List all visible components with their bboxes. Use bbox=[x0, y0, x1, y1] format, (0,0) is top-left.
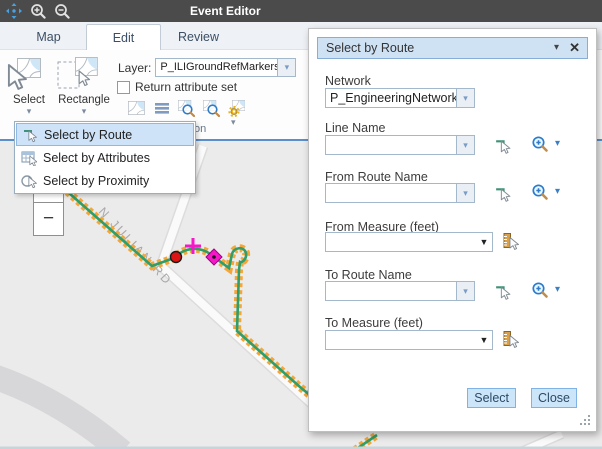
select-tool-button[interactable]: Select ▾ bbox=[6, 56, 52, 116]
network-dropdown[interactable]: P_EngineeringNetwork ▾ bbox=[325, 88, 475, 108]
select-button[interactable]: Select bbox=[467, 388, 516, 408]
zoom-out-icon[interactable] bbox=[53, 2, 71, 20]
red-point-marker[interactable] bbox=[171, 252, 182, 263]
menu-item-label: Select by Route bbox=[44, 128, 132, 142]
line-name-select-on-map-icon[interactable] bbox=[493, 136, 511, 154]
select-by-proximity-icon bbox=[20, 172, 37, 189]
selection-options-caret-icon[interactable]: ▾ bbox=[231, 118, 236, 127]
return-attribute-set-label: Return attribute set bbox=[135, 80, 237, 94]
line-name-value bbox=[326, 136, 456, 154]
to-route-name-label: To Route Name bbox=[325, 268, 412, 282]
from-measure-caret-icon[interactable]: ▼ bbox=[476, 233, 492, 251]
select-tool-menu: Select by Route Select by Attributes S bbox=[14, 121, 196, 194]
line-name-dropdown[interactable]: ▾ bbox=[325, 135, 475, 155]
rectangle-tool-caret-icon[interactable]: ▾ bbox=[56, 107, 112, 116]
menu-item-label: Select by Proximity bbox=[43, 174, 149, 188]
pan-to-selection-icon[interactable] bbox=[203, 100, 220, 117]
titlebar: Event Editor bbox=[0, 0, 602, 22]
app-title: Event Editor bbox=[190, 0, 261, 22]
tab-edit[interactable]: Edit bbox=[86, 24, 161, 51]
to-route-select-on-map-icon[interactable] bbox=[493, 282, 511, 300]
close-button[interactable]: Close bbox=[531, 388, 577, 408]
rectangle-tool-icon bbox=[56, 56, 100, 92]
from-route-name-value bbox=[326, 184, 456, 202]
zoom-to-selection-icon[interactable] bbox=[178, 100, 195, 117]
line-name-label: Line Name bbox=[325, 121, 385, 135]
select-tool-icon bbox=[6, 56, 42, 92]
rectangle-tool-button[interactable]: Rectangle ▾ bbox=[56, 56, 112, 116]
from-measure-value bbox=[326, 233, 476, 251]
network-label: Network bbox=[325, 74, 371, 88]
layer-label: Layer: bbox=[118, 61, 151, 75]
menu-item-select-by-attributes[interactable]: Select by Attributes bbox=[16, 146, 194, 169]
select-by-route-panel: Select by Route ▾ ✕ Network P_Engineerin… bbox=[308, 28, 597, 432]
network-caret-icon[interactable]: ▾ bbox=[456, 89, 474, 107]
return-attribute-set-checkbox[interactable] bbox=[117, 81, 130, 94]
to-route-zoom-icon[interactable] bbox=[531, 281, 549, 299]
attributes-table-icon[interactable] bbox=[153, 100, 170, 117]
line-name-zoom-icon[interactable] bbox=[531, 135, 549, 153]
menu-item-select-by-proximity[interactable]: Select by Proximity bbox=[16, 169, 194, 192]
from-measure-select-on-map-icon[interactable] bbox=[501, 232, 519, 250]
to-measure-select-on-map-icon[interactable] bbox=[501, 330, 519, 348]
from-route-name-dropdown[interactable]: ▾ bbox=[325, 183, 475, 203]
from-route-name-caret-icon[interactable]: ▾ bbox=[456, 184, 474, 202]
panel-resize-grip[interactable] bbox=[588, 423, 590, 425]
line-name-zoom-caret-icon[interactable]: ▾ bbox=[555, 138, 560, 149]
zoom-in-icon[interactable] bbox=[29, 2, 47, 20]
panel-close-icon[interactable]: ✕ bbox=[569, 38, 580, 58]
line-name-caret-icon[interactable]: ▾ bbox=[456, 136, 474, 154]
to-route-name-dropdown[interactable]: ▾ bbox=[325, 281, 475, 301]
network-value: P_EngineeringNetwork bbox=[326, 89, 456, 107]
pan-icon[interactable] bbox=[5, 2, 23, 20]
selection-tools-row bbox=[128, 100, 245, 117]
to-measure-value bbox=[326, 331, 476, 349]
layer-dropdown[interactable]: P_ILIGroundRefMarkers ▾ bbox=[155, 58, 296, 77]
to-route-name-caret-icon[interactable]: ▾ bbox=[456, 282, 474, 300]
selection-options-icon[interactable] bbox=[228, 100, 245, 117]
to-measure-label: To Measure (feet) bbox=[325, 316, 423, 330]
menu-item-select-by-route[interactable]: Select by Route bbox=[16, 123, 194, 146]
tab-review[interactable]: Review bbox=[161, 25, 236, 50]
tab-map[interactable]: Map bbox=[11, 25, 86, 50]
from-measure-combobox[interactable]: ▼ bbox=[325, 232, 493, 252]
panel-collapse-caret-icon[interactable]: ▾ bbox=[554, 38, 559, 58]
select-tool-label: Select bbox=[6, 94, 52, 106]
panel-title: Select by Route bbox=[326, 38, 414, 58]
panel-header[interactable]: Select by Route ▾ ✕ bbox=[317, 37, 588, 59]
select-by-route-icon bbox=[21, 126, 38, 143]
from-route-name-label: From Route Name bbox=[325, 170, 428, 184]
from-route-select-on-map-icon[interactable] bbox=[493, 184, 511, 202]
from-route-zoom-icon[interactable] bbox=[531, 183, 549, 201]
select-by-attributes-icon bbox=[20, 149, 37, 166]
event-editor-window: N JULIAN RD + − bbox=[0, 0, 602, 449]
from-route-zoom-caret-icon[interactable]: ▾ bbox=[555, 186, 560, 197]
to-route-name-value bbox=[326, 282, 456, 300]
rectangle-tool-label: Rectangle bbox=[56, 94, 112, 106]
layer-dropdown-value: P_ILIGroundRefMarkers bbox=[156, 59, 277, 76]
layer-dropdown-caret-icon[interactable]: ▾ bbox=[277, 59, 295, 76]
to-measure-caret-icon[interactable]: ▼ bbox=[476, 331, 492, 349]
menu-item-label: Select by Attributes bbox=[43, 151, 150, 165]
to-measure-combobox[interactable]: ▼ bbox=[325, 330, 493, 350]
select-features-icon[interactable] bbox=[128, 100, 145, 117]
select-tool-caret-icon[interactable]: ▾ bbox=[6, 107, 52, 116]
map-zoom-out-button[interactable]: − bbox=[33, 203, 64, 236]
to-route-zoom-caret-icon[interactable]: ▾ bbox=[555, 284, 560, 295]
